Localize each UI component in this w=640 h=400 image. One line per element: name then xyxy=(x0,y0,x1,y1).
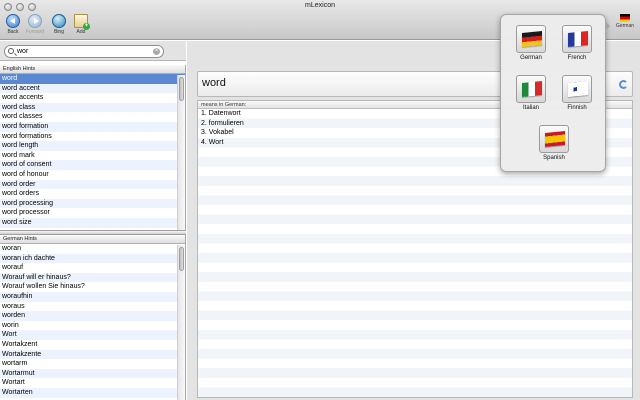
german-flag-icon xyxy=(522,30,542,48)
french-button[interactable] xyxy=(562,25,592,53)
bing-icon xyxy=(52,14,66,28)
list-item[interactable]: word accent xyxy=(0,83,185,94)
language-option-spanish[interactable]: Spanish xyxy=(534,125,574,161)
finnish-label: Finnish xyxy=(567,105,587,111)
german-flag-icon xyxy=(620,14,630,22)
search-field[interactable]: × xyxy=(4,45,164,58)
list-item[interactable]: Worauf wollen Sie hinaus? xyxy=(0,282,185,292)
add-book-icon xyxy=(74,14,90,30)
add-label: Add xyxy=(76,29,86,35)
language-option-german[interactable]: German xyxy=(511,25,551,61)
list-item[interactable]: word class xyxy=(0,102,185,113)
list-item[interactable]: word of consent xyxy=(0,160,185,170)
search-bar: × xyxy=(0,41,186,61)
language-option-italian[interactable]: Italian xyxy=(511,75,551,111)
list-item[interactable]: worauf xyxy=(0,263,185,273)
english-hints-rows: word word accent word accents word class wor… xyxy=(0,74,185,228)
list-item[interactable]: word processor xyxy=(0,208,185,218)
list-item[interactable]: Worauf will er hinaus? xyxy=(0,272,185,283)
list-item[interactable]: word formation xyxy=(0,121,185,132)
french-flag-icon xyxy=(568,30,588,48)
list-item[interactable]: word mark xyxy=(0,151,185,161)
list-item[interactable]: word formations xyxy=(0,132,185,142)
list-item[interactable]: Wort xyxy=(0,330,185,340)
list-item[interactable]: word order xyxy=(0,179,185,190)
list-item[interactable]: worden xyxy=(0,311,185,321)
list-item[interactable]: Wortart xyxy=(0,378,185,388)
list-item[interactable]: word length xyxy=(0,141,185,151)
search-input[interactable] xyxy=(17,47,147,56)
german-hints-header[interactable]: German Hints xyxy=(0,235,185,244)
german-hints-scrollbar[interactable] xyxy=(177,245,185,400)
scrollbar-thumb[interactable] xyxy=(179,247,184,271)
language-option-french[interactable]: French xyxy=(557,25,597,61)
language-selector-button[interactable]: German xyxy=(612,14,638,29)
list-item[interactable]: word size xyxy=(0,217,185,228)
list-item[interactable]: wortarm xyxy=(0,359,185,369)
forward-button[interactable]: Forward xyxy=(24,14,46,35)
language-popover: German French Italian Finnish Spanish xyxy=(500,14,610,172)
english-hints-list: English Hints word word accent word accent… xyxy=(0,65,186,230)
list-item[interactable]: worin xyxy=(0,321,185,331)
scrollbar-thumb[interactable] xyxy=(179,77,184,101)
italian-label: Italian xyxy=(522,105,539,111)
search-icon xyxy=(8,48,14,54)
list-item[interactable]: word accents xyxy=(0,93,185,103)
list-item[interactable]: woraufhin xyxy=(0,291,185,302)
german-label: German xyxy=(520,55,542,61)
list-item[interactable]: Wortarmut xyxy=(0,368,185,379)
refresh-icon[interactable] xyxy=(619,80,628,89)
language-selector-label: German xyxy=(615,23,635,29)
italian-button[interactable] xyxy=(516,75,546,103)
spanish-label: Spanish xyxy=(543,155,565,161)
finnish-button[interactable] xyxy=(562,75,592,103)
italian-flag-icon xyxy=(522,80,542,98)
bing-label: Bing xyxy=(53,29,64,35)
german-button[interactable] xyxy=(516,25,546,53)
bing-button[interactable]: Bing xyxy=(48,14,70,35)
back-label: Back xyxy=(7,29,19,35)
list-item[interactable]: woran xyxy=(0,244,185,254)
german-hints-rows: woran woran ich dachte worauf Worauf will e… xyxy=(0,244,185,398)
forward-arrow-icon xyxy=(28,14,42,28)
list-item[interactable]: Wortakzente xyxy=(0,349,185,360)
list-item[interactable]: word classes xyxy=(0,112,185,122)
back-button[interactable]: Back xyxy=(2,14,24,35)
list-item[interactable]: word processing xyxy=(0,198,185,209)
list-item[interactable]: woran ich dachte xyxy=(0,253,185,264)
current-word: word xyxy=(202,77,226,89)
list-item[interactable]: woraus xyxy=(0,302,185,312)
finnish-flag-icon xyxy=(568,80,588,98)
list-item[interactable]: word xyxy=(0,74,185,84)
english-hints-header[interactable]: English Hints xyxy=(0,65,185,74)
spanish-flag-icon xyxy=(545,130,565,148)
list-item[interactable]: word orders xyxy=(0,189,185,199)
spanish-button[interactable] xyxy=(539,125,569,153)
clear-search-icon[interactable]: × xyxy=(153,48,160,55)
list-item[interactable]: Wortakzent xyxy=(0,340,185,350)
back-arrow-icon xyxy=(6,14,20,28)
language-option-finnish[interactable]: Finnish xyxy=(557,75,597,111)
english-hints-scrollbar[interactable] xyxy=(177,75,185,230)
window-title: mLexicon xyxy=(305,2,335,9)
add-button[interactable]: Add xyxy=(70,14,92,35)
german-hints-list: German Hints woran woran ich dachte worauf… xyxy=(0,235,186,400)
french-label: French xyxy=(567,55,587,61)
forward-label: Forward xyxy=(25,29,45,35)
list-item[interactable]: Wortarten xyxy=(0,387,185,398)
list-item[interactable]: word of honour xyxy=(0,170,185,180)
